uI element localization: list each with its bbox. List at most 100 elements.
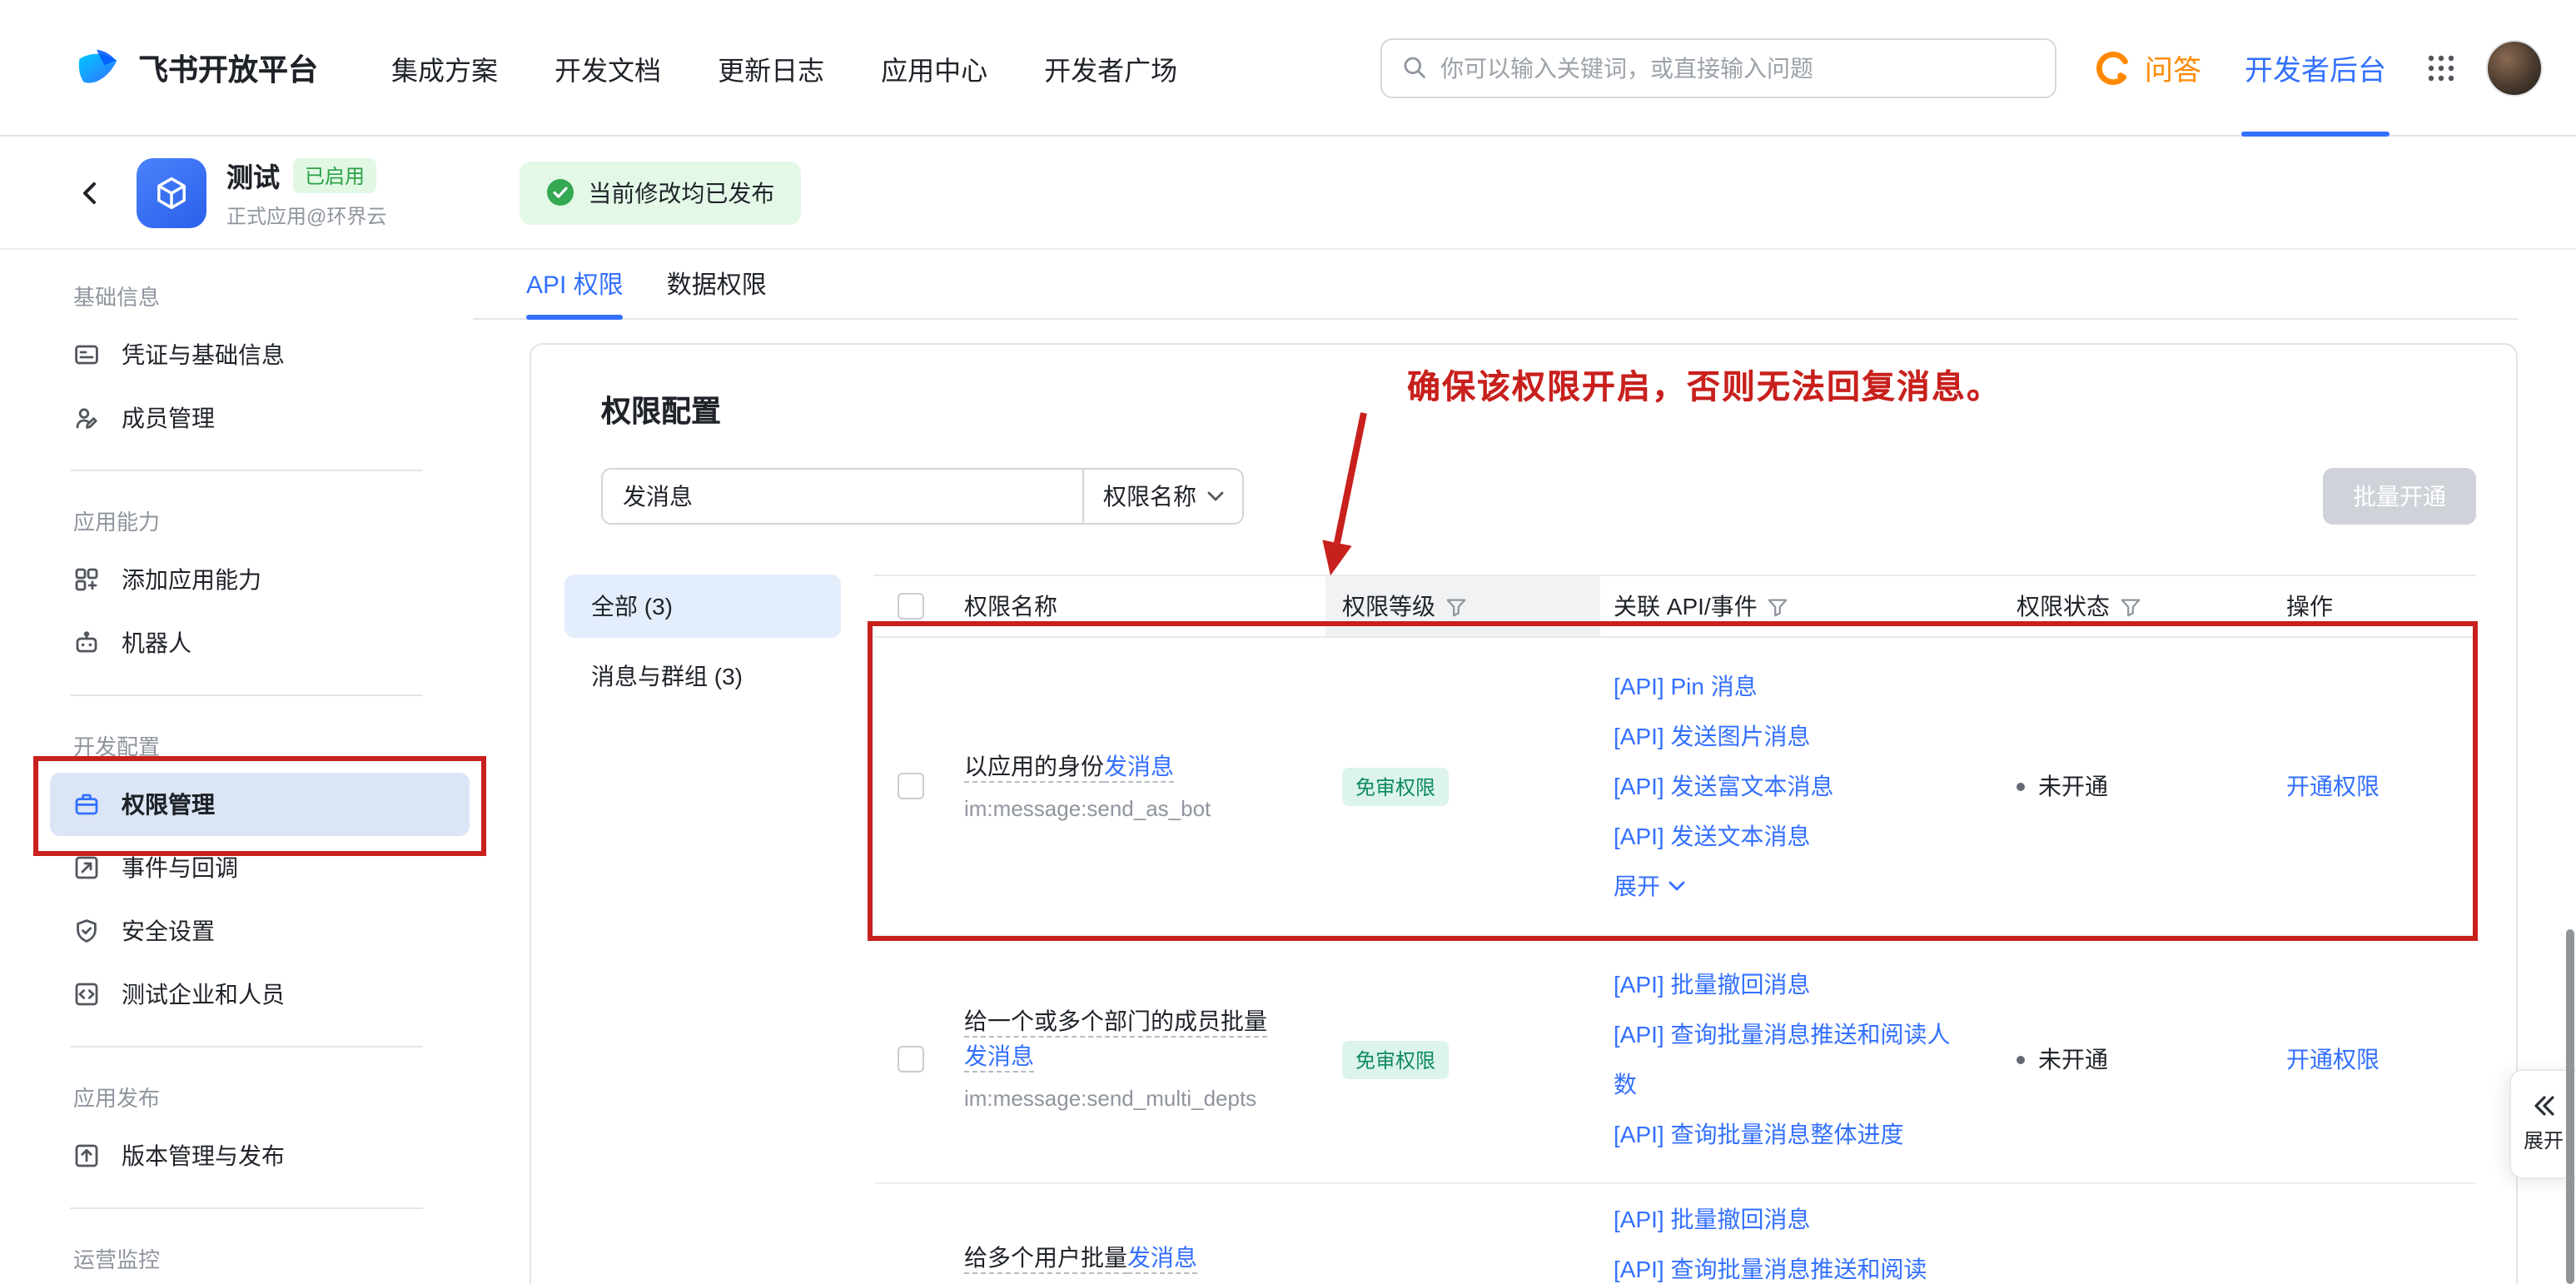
- back-icon[interactable]: [77, 179, 103, 206]
- filter-funnel-icon[interactable]: [1768, 595, 1789, 617]
- permission-name[interactable]: 以应用的身份发消息: [964, 749, 1284, 784]
- table-row: 给多个用户批量发消息 [API] 批量撤回消息 [API] 查询批量消息推送和阅…: [874, 1184, 2476, 1284]
- sidebar-item-bot[interactable]: 机器人: [50, 611, 470, 674]
- sidebar-item-label: 版本管理与发布: [122, 1139, 285, 1172]
- search-icon: [1402, 55, 1427, 80]
- sidebar-item-add-capability[interactable]: 添加应用能力: [50, 548, 470, 611]
- qa-link[interactable]: 问答: [2093, 47, 2201, 88]
- search-filter-select[interactable]: 权限名称: [1082, 470, 1242, 523]
- api-link[interactable]: [API] 查询批量消息整体进度: [1614, 1109, 1962, 1159]
- nav-search-input[interactable]: [1440, 54, 2035, 81]
- api-link[interactable]: [API] 查询批量消息推送和阅读人数: [1614, 1009, 1962, 1109]
- api-list: [API] Pin 消息 [API] 发送图片消息 [API] 发送富文本消息 …: [1600, 638, 1992, 934]
- permission-name[interactable]: 给一个或多个部门的成员批量发消息: [964, 1004, 1284, 1074]
- sidebar-item-version-release[interactable]: 版本管理与发布: [50, 1124, 470, 1187]
- expand-apis-link[interactable]: 展开: [1614, 861, 1962, 911]
- batch-enable-button[interactable]: 批量开通: [2323, 468, 2476, 525]
- robot-icon: [73, 630, 100, 656]
- tab-api-permissions[interactable]: API 权限: [526, 250, 624, 318]
- level-badge: 免审权限: [1342, 1040, 1449, 1078]
- header-level: 权限等级: [1325, 576, 1600, 636]
- app-name: 测试: [226, 155, 280, 195]
- nav-item-developer-console[interactable]: 开发者后台: [2245, 0, 2386, 136]
- header-name: 权限名称: [951, 576, 1325, 636]
- permission-name[interactable]: 给多个用户批量发消息: [964, 1241, 1284, 1276]
- sidebar-item-events[interactable]: 事件与回调: [50, 836, 470, 899]
- brand[interactable]: 飞书开放平台: [73, 42, 318, 92]
- nav-search[interactable]: [1380, 37, 2056, 97]
- status-dot: [2017, 782, 2025, 790]
- nav-item-changelog[interactable]: 更新日志: [718, 47, 824, 87]
- name-highlight: 发消息: [1104, 752, 1174, 779]
- row-checkbox[interactable]: [898, 773, 924, 799]
- filter-funnel-icon[interactable]: [1445, 595, 1467, 617]
- chevron-down-icon: [1206, 491, 1223, 501]
- avatar[interactable]: [2486, 39, 2543, 96]
- app-icon: [137, 157, 206, 227]
- briefcase-icon: [73, 791, 100, 818]
- sidebar-item-label: 添加应用能力: [122, 563, 261, 596]
- row-checkbox-cell: [874, 1046, 951, 1072]
- expand-label: 展开: [1614, 861, 1660, 911]
- sidebar-item-credentials[interactable]: 凭证与基础信息: [50, 323, 470, 386]
- row-checkbox-cell: [874, 1184, 951, 1284]
- main: API 权限 数据权限 权限配置 权限名称: [473, 250, 2576, 1284]
- sidebar-section-release: 应用发布: [50, 1068, 470, 1124]
- api-link[interactable]: [API] 批量撤回消息: [1614, 1194, 1962, 1244]
- tab-data-permissions[interactable]: 数据权限: [667, 250, 767, 318]
- name-prefix: 给多个用户批量: [964, 1244, 1127, 1271]
- row-checkbox[interactable]: [898, 1046, 924, 1072]
- nav-item-integration[interactable]: 集成方案: [391, 47, 498, 87]
- divider: [70, 1046, 423, 1048]
- api-link[interactable]: [API] 发送富文本消息: [1614, 761, 1962, 811]
- search-filter-label: 权限名称: [1103, 480, 1196, 513]
- sidebar-item-security[interactable]: 安全设置: [50, 899, 470, 963]
- sidebar-item-permissions[interactable]: 权限管理: [50, 773, 470, 836]
- header-label: 操作: [2286, 590, 2333, 623]
- sidebar-item-label: 凭证与基础信息: [122, 338, 285, 371]
- table-header: 权限名称 权限等级 关联 API/事件: [874, 575, 2476, 638]
- header-label: 权限状态: [2017, 590, 2110, 623]
- select-all-checkbox[interactable]: [898, 593, 924, 620]
- api-link[interactable]: [API] 发送图片消息: [1614, 711, 1962, 761]
- tab-label: API 权限: [526, 266, 624, 301]
- sidebar-item-members[interactable]: 成员管理: [50, 386, 470, 450]
- status-text: 未开通: [2038, 769, 2108, 803]
- filter-funnel-icon[interactable]: [2120, 595, 2141, 617]
- sidebar-item-test-enterprise[interactable]: 测试企业和人员: [50, 963, 470, 1026]
- sidebar: 基础信息 凭证与基础信息 成员管理 应用能力: [0, 250, 473, 1284]
- apps-grid-icon[interactable]: [2426, 52, 2456, 82]
- top-nav: 飞书开放平台 集成方案 开发文档 更新日志 应用中心 开发者广场: [0, 0, 2576, 137]
- enable-permission-link[interactable]: 开通权限: [2286, 1046, 2380, 1072]
- scrollbar[interactable]: [2566, 929, 2574, 1284]
- enable-permission-link[interactable]: 开通权限: [2286, 773, 2380, 799]
- level-badge: 免审权限: [1342, 767, 1449, 805]
- header-label: 关联 API/事件: [1614, 590, 1758, 623]
- api-link[interactable]: [API] 发送文本消息: [1614, 811, 1962, 861]
- tab-label: 数据权限: [667, 266, 767, 301]
- sidebar-item-label: 机器人: [122, 626, 191, 659]
- name-prefix: 给一个或多个部门的成员批量: [964, 1008, 1267, 1034]
- toolbar: 权限名称 批量开通: [601, 468, 2476, 525]
- qa-icon: [2093, 47, 2133, 87]
- app-status-badge: 已启用: [293, 157, 376, 192]
- check-circle-icon: [546, 178, 574, 207]
- api-link[interactable]: [API] 查询批量消息推送和阅读: [1614, 1244, 1962, 1284]
- api-link[interactable]: [API] Pin 消息: [1614, 661, 1962, 711]
- nav-item-app-center[interactable]: 应用中心: [881, 47, 987, 87]
- permission-card: 权限配置 权限名称 批量开通 全: [530, 343, 2518, 1284]
- sidebar-item-label: 成员管理: [122, 401, 215, 435]
- api-link[interactable]: [API] 批量撤回消息: [1614, 959, 1962, 1009]
- id-card-icon: [73, 341, 100, 368]
- category-all[interactable]: 全部 (3): [564, 575, 841, 638]
- shield-check-icon: [73, 918, 100, 944]
- nav-item-developer-plaza[interactable]: 开发者广场: [1044, 47, 1177, 87]
- header-checkbox-cell: [874, 576, 951, 636]
- arrow-box-icon: [73, 854, 100, 881]
- permission-code: im:message:send_as_bot: [964, 794, 1284, 824]
- divider: [70, 1207, 423, 1209]
- category-im-group[interactable]: 消息与群组 (3): [564, 644, 841, 708]
- permission-search-input[interactable]: [603, 470, 1082, 523]
- api-list: [API] 批量撤回消息 [API] 查询批量消息推送和阅读人数 [API] 查…: [1600, 936, 1992, 1182]
- nav-item-docs[interactable]: 开发文档: [554, 47, 661, 87]
